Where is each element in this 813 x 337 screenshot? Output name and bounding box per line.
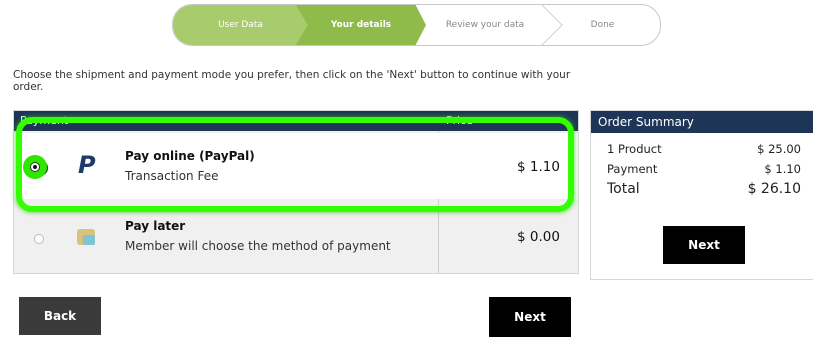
summary-value: $ 26.10 (747, 181, 801, 197)
pay-later-radio[interactable] (34, 234, 44, 244)
stepper-separators (541, 5, 563, 45)
payment-option-paypal[interactable]: P Pay online (PayPal) Transaction Fee $ … (14, 133, 578, 199)
next-button[interactable]: Next (489, 297, 571, 337)
option-subtitle: Transaction Fee (125, 169, 219, 183)
summary-row-payment: Payment $ 1.10 (607, 162, 801, 176)
summary-row-product: 1 Product $ 25.00 (607, 142, 801, 156)
option-price: $ 1.10 (517, 159, 560, 175)
option-price: $ 0.00 (517, 229, 560, 245)
summary-label: Payment (607, 162, 658, 176)
payment-option-pay-later[interactable]: Pay later Member will choose the method … (14, 203, 578, 269)
summary-next-button[interactable]: Next (663, 226, 745, 264)
option-title: Pay online (PayPal) (125, 149, 255, 163)
summary-label: 1 Product (607, 142, 662, 156)
summary-value: $ 1.10 (764, 162, 801, 176)
order-summary: Order Summary 1 Product $ 25.00 Payment … (590, 110, 813, 280)
pay-later-icon (77, 229, 95, 245)
header-payment: Payment (20, 114, 69, 127)
instructions-text: Choose the shipment and payment mode you… (13, 69, 571, 93)
payment-table: Payment Price P Pay online (PayPal) Tran… (13, 110, 579, 274)
summary-row-total: Total $ 26.10 (607, 181, 801, 197)
option-title: Pay later (125, 219, 186, 233)
paypal-radio[interactable] (32, 160, 48, 176)
summary-label: Total (607, 181, 640, 197)
payment-table-header: Payment Price (14, 111, 578, 131)
order-summary-title: Order Summary (591, 111, 813, 133)
back-button[interactable]: Back (19, 297, 101, 335)
paypal-icon: P (78, 151, 96, 179)
header-price: Price (446, 114, 473, 127)
checkout-stepper: User Data Your details Review your data … (172, 4, 661, 46)
option-subtitle: Member will choose the method of payment (125, 239, 391, 253)
summary-value: $ 25.00 (757, 142, 801, 156)
